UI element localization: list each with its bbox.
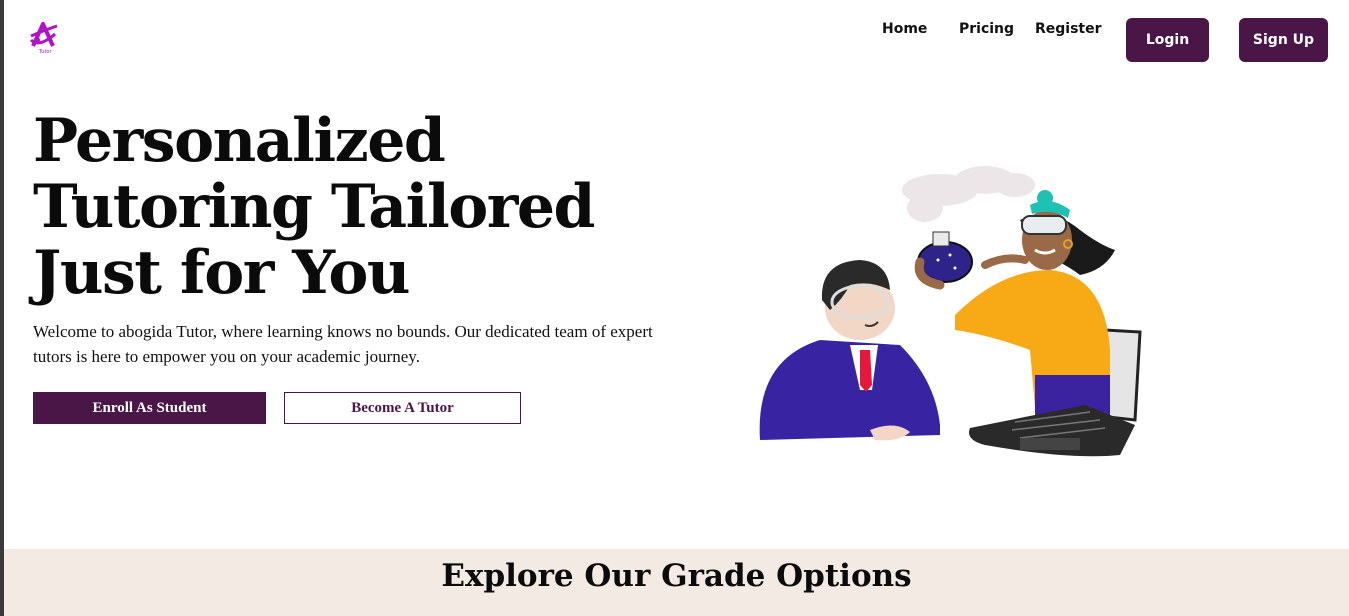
svg-text:Tutor: Tutor — [38, 49, 52, 55]
logo[interactable]: Tutor — [29, 20, 61, 56]
hero-title-line: Tutoring Tailored — [33, 172, 596, 242]
signup-label: Sign Up — [1252, 32, 1315, 48]
hero-description: Welcome to abogida Tutor, where learning… — [33, 322, 653, 366]
grade-options-section: Explore Our Grade Options — [4, 549, 1349, 616]
signup-button[interactable]: Sign Up — [1239, 18, 1328, 62]
nav-register[interactable]: Register — [1035, 21, 1102, 37]
enroll-student-button[interactable]: Enroll As Student — [33, 392, 266, 424]
hero-title-line: Personalized — [33, 106, 446, 176]
nav-pricing[interactable]: Pricing — [959, 21, 1014, 37]
login-label: Login — [1145, 32, 1190, 48]
logo-icon: Tutor — [29, 22, 58, 55]
login-button[interactable]: Login — [1126, 18, 1209, 62]
boy-body — [759, 340, 940, 440]
grade-options-title: Explore Our Grade Options — [441, 558, 912, 594]
hero-title: Personalized Tutoring Tailored Just for … — [33, 108, 673, 306]
hero-title-line: Just for You — [33, 238, 410, 308]
tutoring-illustration — [759, 166, 1142, 457]
nav-home[interactable]: Home — [882, 21, 927, 37]
become-tutor-button[interactable]: Become A Tutor — [284, 392, 521, 424]
steam-cloud — [902, 166, 1035, 222]
window-edge — [0, 0, 4, 616]
